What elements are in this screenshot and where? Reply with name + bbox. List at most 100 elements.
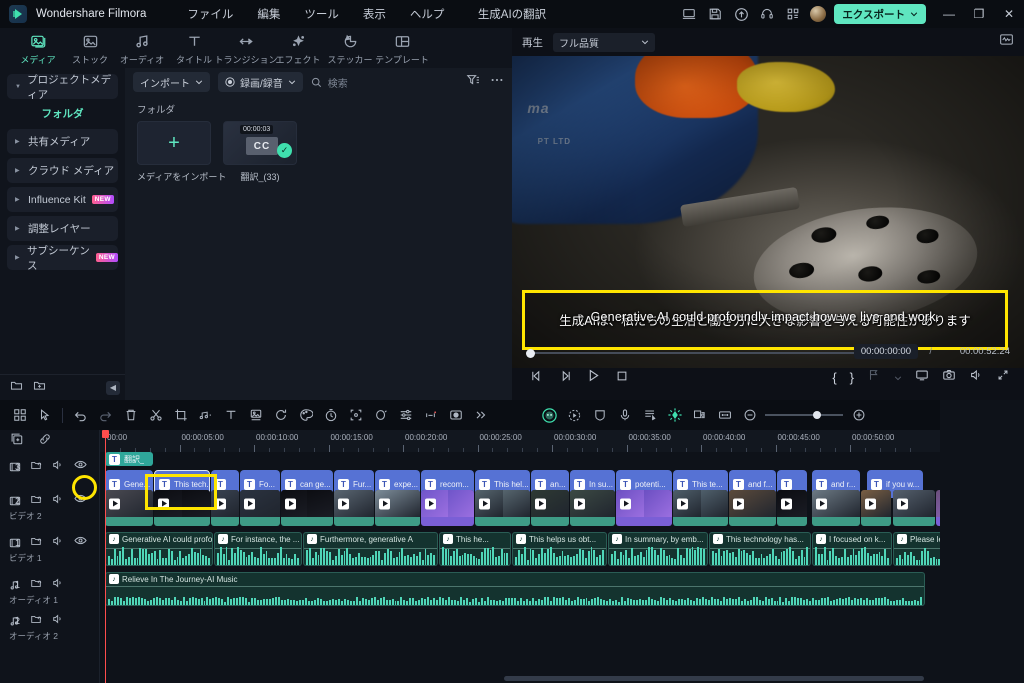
audio-clip[interactable]: ♪Please let ... — [893, 532, 940, 566]
tab-audio[interactable]: オーディオ — [116, 30, 168, 66]
folder-options-icon[interactable] — [33, 379, 46, 397]
next-frame-button[interactable] — [558, 369, 572, 388]
shield-icon[interactable] — [587, 400, 612, 430]
video-clip[interactable] — [105, 490, 153, 526]
video-clip[interactable] — [211, 490, 239, 526]
rotate-icon[interactable] — [268, 400, 293, 430]
screen-record-icon[interactable] — [676, 0, 702, 28]
add-marker-icon[interactable] — [867, 368, 881, 387]
tab-transition[interactable]: トランジション — [220, 30, 272, 66]
sidebar-item-cloud-media[interactable]: ▶ クラウド メディア — [7, 158, 118, 183]
tab-sticker[interactable]: ステッカー — [324, 30, 376, 66]
support-headset-icon[interactable] — [754, 0, 780, 28]
previous-frame-button[interactable] — [530, 369, 544, 388]
sidebar-item-subsequence[interactable]: ▶ サブシーケンス NEW — [7, 245, 118, 270]
video-clip[interactable] — [154, 490, 210, 526]
media-item-clip[interactable]: CC 00:00:03 ✓ 翻訳_(33) — [223, 121, 297, 183]
sidebar-item-shared-media[interactable]: ▶ 共有メディア — [7, 129, 118, 154]
audio-2-mute-icon[interactable] — [52, 612, 64, 630]
play-button[interactable] — [586, 368, 601, 388]
mask-icon[interactable] — [368, 400, 393, 430]
volume-icon[interactable] — [969, 368, 983, 387]
sidebar-item-influence-kit[interactable]: ▶ Influence Kit NEW — [7, 187, 118, 212]
cloud-upload-icon[interactable] — [728, 0, 754, 28]
fit-timeline-icon[interactable] — [712, 400, 737, 430]
audio-2-lock-icon[interactable] — [30, 612, 42, 630]
timeline-ruler[interactable]: 00:00 00:00:05:00 00:00:10:00 00:00:15:00 00… — [100, 430, 940, 452]
avatar[interactable] — [810, 6, 826, 22]
playhead[interactable] — [105, 430, 106, 683]
crop-icon[interactable] — [168, 400, 193, 430]
sidebar-item-adjustment-layer[interactable]: ▶ 調整レイヤー — [7, 216, 118, 241]
menu-file[interactable]: ファイル — [176, 2, 244, 26]
display-settings-icon[interactable] — [915, 368, 929, 387]
import-button[interactable]: インポート — [133, 72, 210, 92]
video-clip[interactable] — [281, 490, 333, 526]
tab-template[interactable]: テンプレート — [376, 30, 428, 66]
video-clip[interactable] — [475, 490, 530, 526]
zoom-slider-handle[interactable] — [813, 411, 821, 419]
adjust-sliders-icon[interactable] — [393, 400, 418, 430]
audio-clip[interactable]: ♪ I focused on k... — [812, 532, 892, 566]
timeline-body[interactable]: 00:00 00:00:05:00 00:00:10:00 00:00:15:00 00… — [100, 430, 940, 683]
audio-clip[interactable]: ♪ In summary, by emb... — [608, 532, 708, 566]
motion-tracking-icon[interactable] — [687, 400, 712, 430]
track-1-visibility-icon[interactable] — [74, 534, 87, 552]
audio-1-mute-icon[interactable] — [52, 576, 64, 594]
title-clip[interactable]: T 翻訳_ — [105, 452, 153, 466]
video-clip[interactable] — [893, 490, 935, 526]
add-text-icon[interactable] — [218, 400, 243, 430]
tab-effect[interactable]: エフェクト — [272, 30, 324, 66]
video-clip[interactable] — [936, 490, 940, 526]
track-1-lock-icon[interactable] — [30, 534, 42, 552]
keyframe-icon[interactable] — [662, 400, 687, 430]
more-options-icon[interactable] — [490, 73, 504, 92]
zoom-in-button[interactable] — [846, 400, 871, 430]
timeline-zoom-slider[interactable] — [765, 414, 843, 416]
audio-clip[interactable]: ♪ This he... — [439, 532, 511, 566]
auto-reframe-icon[interactable] — [343, 400, 368, 430]
video-track-lane[interactable] — [100, 490, 940, 530]
video-clip[interactable] — [570, 490, 615, 526]
undo-icon[interactable] — [68, 400, 93, 430]
video-clip[interactable] — [673, 490, 728, 526]
audio-clip[interactable]: ♪ For instance, the ... — [214, 532, 302, 566]
filter-sort-icon[interactable] — [466, 73, 480, 92]
waveform-monitor-icon[interactable] — [999, 32, 1014, 52]
track-3-lock-icon[interactable] — [30, 458, 42, 476]
redo-icon[interactable] — [93, 400, 118, 430]
audio-clip[interactable]: ♪ Furthermore, generative A — [303, 532, 438, 566]
track-2-lock-icon[interactable] — [30, 492, 42, 510]
video-clip[interactable] — [240, 490, 280, 526]
minimize-button[interactable]: — — [934, 0, 964, 28]
video-preview[interactable]: ma PT LTD 生成AIは、私たちの生活と働き方に大きな影響を与える可能性が… — [512, 56, 1024, 368]
microphone-icon[interactable] — [612, 400, 637, 430]
track-1-mute-icon[interactable] — [52, 534, 64, 552]
tab-media[interactable]: メディア — [12, 30, 64, 66]
snapshot-icon[interactable] — [942, 368, 956, 387]
video-clip[interactable] — [616, 490, 672, 526]
track-3-mute-icon[interactable] — [52, 458, 64, 476]
color-palette-icon[interactable] — [293, 400, 318, 430]
import-media-tile[interactable]: + — [137, 121, 211, 165]
timeline-hscrollbar-thumb[interactable] — [504, 676, 924, 681]
playback-scrubber[interactable] — [526, 346, 886, 360]
video-clip[interactable] — [861, 490, 891, 526]
link-clips-icon[interactable] — [38, 432, 52, 451]
more-tools-icon[interactable] — [468, 400, 493, 430]
sidebar-collapse-button[interactable]: ◀ — [106, 381, 120, 395]
audio-track-1-lane[interactable]: ♪ Generative AI could profo ♪ For instance,… — [100, 532, 940, 568]
text-track-lane[interactable]: T 翻訳_ T Gene... T This tech... T T Fo... Tcan ge.… — [100, 452, 940, 490]
audio-clip[interactable]: ♪ Generative AI could profo — [105, 532, 213, 566]
marker-dropdown-icon[interactable] — [894, 369, 902, 387]
timeline-hscrollbar[interactable] — [100, 676, 940, 681]
marker-add-icon[interactable] — [418, 400, 443, 430]
playhead-handle[interactable] — [102, 430, 109, 438]
track-3-visibility-icon[interactable] — [74, 458, 87, 476]
audio-1-lock-icon[interactable] — [30, 576, 42, 594]
media-item-import[interactable]: + メディアをインポート — [137, 121, 211, 183]
add-track-icon[interactable] — [10, 432, 24, 451]
video-clip[interactable] — [729, 490, 776, 526]
layout-grid-icon[interactable] — [7, 400, 32, 430]
new-folder-icon[interactable] — [10, 379, 23, 397]
